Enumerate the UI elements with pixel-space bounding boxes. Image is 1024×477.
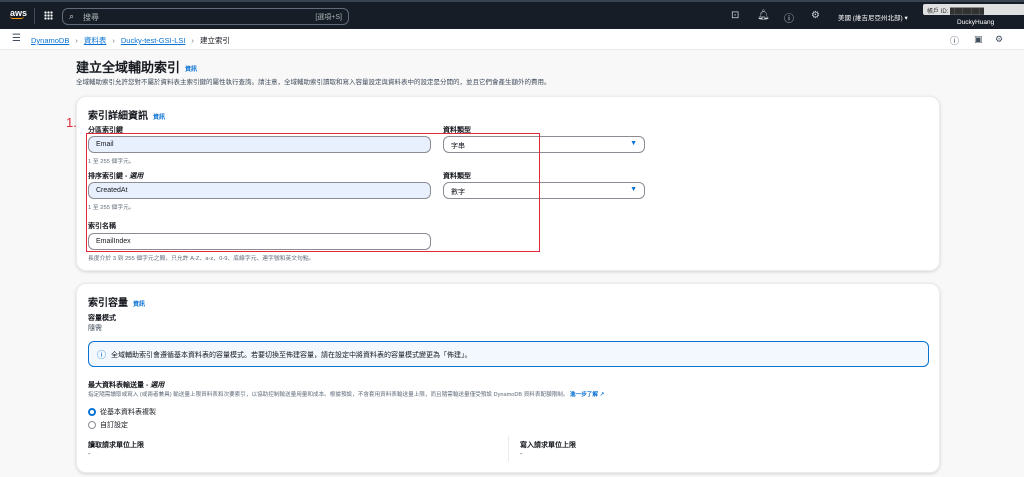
radio-unselected-icon [88, 421, 96, 429]
breadcrumb: DynamoDB › 資料表 › Ducky-test-GSI-LSI › 建立索引 [31, 35, 230, 46]
alert-text: 全域輔助索引會遵循基本資料表的容量模式。若要切換至佈建容量，請在設定中將資料表的… [111, 352, 472, 359]
index-capacity-panel: 索引容量 資訊 容量模式 隨需 ⓘ 全域輔助索引會遵循基本資料表的容量模式。若要切換… [76, 283, 940, 473]
radio-selected-icon [88, 408, 96, 416]
write-limit-value: - [520, 451, 523, 458]
learn-more-link[interactable]: 進一步了解 ↗ [570, 392, 604, 398]
logo-text: aws [10, 8, 28, 18]
max-throughput-label-text: 最大資料表輸送量 - [88, 382, 151, 389]
index-name-hint: 長度介於 3 到 255 個字元之間，只允許 A-Z、a-z、0-9、底線字元、… [88, 256, 315, 262]
divider [34, 8, 35, 24]
radio-copy-from-base[interactable]: 從基本資料表複製 [88, 407, 156, 417]
cloudshell-icon[interactable]: ⊡ [731, 10, 739, 21]
section-title: 索引詳細資訊 資訊 [88, 107, 165, 122]
read-limit-label: 讀取請求單位上限 [88, 442, 144, 449]
breadcrumb-current: 建立索引 [199, 36, 230, 45]
read-limit-value: - [88, 451, 91, 458]
page-title: 建立全域輔助索引 資訊 [76, 57, 197, 76]
settings-icon[interactable]: ⚙ [995, 34, 1003, 45]
search-icon: ⌕ [69, 11, 75, 21]
search-shortcut: [選項+S] [315, 14, 342, 21]
breadcrumb-table[interactable]: Ducky-test-GSI-LSI [121, 36, 186, 45]
annotation-highlight-box [86, 133, 540, 252]
radio-label: 自訂設定 [100, 422, 128, 429]
user-name[interactable]: DuckyHuang [957, 19, 994, 26]
breadcrumb-dynamodb[interactable]: DynamoDB [31, 36, 69, 45]
external-link-icon: ↗ [599, 392, 605, 398]
info-link[interactable]: 資訊 [185, 67, 197, 73]
region-label: 美國 (維吉尼亞州北部) [838, 15, 903, 22]
max-throughput-desc: 指定隨需讀取或寫入 (或兩者兼具) 輸送量上限資料表和次要索引，以協助控制輸送量… [88, 390, 604, 398]
capacity-mode-value: 隨需 [88, 325, 102, 332]
max-throughput-label: 最大資料表輸送量 - 選用 [88, 380, 164, 390]
services-grid-icon[interactable] [44, 11, 53, 20]
info-icon: ⓘ [97, 350, 107, 360]
divider [508, 436, 509, 462]
search-input[interactable]: ⌕ 搜尋 [選項+S] [62, 8, 349, 25]
chevron-right-icon: › [191, 36, 194, 45]
breadcrumb-tables[interactable]: 資料表 [84, 35, 107, 46]
breadcrumb-bar: ☰ DynamoDB › 資料表 › Ducky-test-GSI-LSI › 建立索… [0, 29, 1024, 50]
help-icon[interactable]: ⓘ [784, 10, 794, 25]
learn-more-text: 進一步了解 [570, 392, 598, 398]
annotation-number: 1. [66, 115, 77, 130]
section-title: 索引容量 資訊 [88, 294, 145, 309]
region-selector[interactable]: 美國 (維吉尼亞州北部) ▾ [838, 12, 908, 22]
account-menu[interactable]: 帳戶 ID: ████████ [923, 4, 1024, 15]
info-alert: ⓘ 全域輔助索引會遵循基本資料表的容量模式。若要切換至佈建容量，請在設定中將資料表… [88, 341, 929, 367]
bell-icon[interactable]: 🔔︎ [757, 10, 770, 21]
account-id: 帳戶 ID: ████████ [927, 9, 985, 15]
max-throughput-desc-text: 指定隨需讀取或寫入 (或兩者兼具) 輸送量上限資料表和次要索引，以協助控制輸送量… [88, 392, 569, 398]
write-limit-label: 寫入請求單位上限 [520, 442, 576, 449]
capacity-mode-label: 容量模式 [88, 315, 116, 322]
info-link[interactable]: 資訊 [133, 302, 145, 308]
section-title-text: 索引詳細資訊 [88, 111, 148, 122]
caret-down-icon: ▼ [630, 186, 637, 193]
radio-label: 從基本資料表複製 [100, 409, 156, 416]
section-title-text: 索引容量 [88, 298, 128, 309]
page-title-text: 建立全域輔助索引 [76, 60, 181, 75]
feedback-icon[interactable]: ▣ [974, 34, 983, 45]
search-placeholder: 搜尋 [83, 13, 99, 22]
caret-down-icon: ▼ [630, 140, 637, 147]
radio-custom[interactable]: 自訂設定 [88, 420, 128, 430]
page-description: 全域輔助索引允許您對不屬於資料表主索引鍵的屬性執行查詢。請注意，全域輔助索引讀取… [76, 79, 551, 86]
gear-icon[interactable]: ⚙ [811, 10, 820, 21]
chevron-right-icon: › [112, 36, 115, 45]
info-link[interactable]: 資訊 [153, 115, 165, 121]
info-icon[interactable]: ⓘ [950, 34, 959, 47]
optional-tag: 選用 [150, 382, 165, 389]
menu-icon[interactable]: ☰ [12, 33, 21, 44]
aws-logo[interactable]: aws [10, 8, 27, 19]
top-navigation-bar: aws ⌕ 搜尋 [選項+S] ⊡ 🔔︎ ⓘ ⚙ 美國 (維吉尼亞州北部) ▾ 帳戶… [0, 0, 1024, 29]
chevron-right-icon: › [75, 36, 78, 45]
